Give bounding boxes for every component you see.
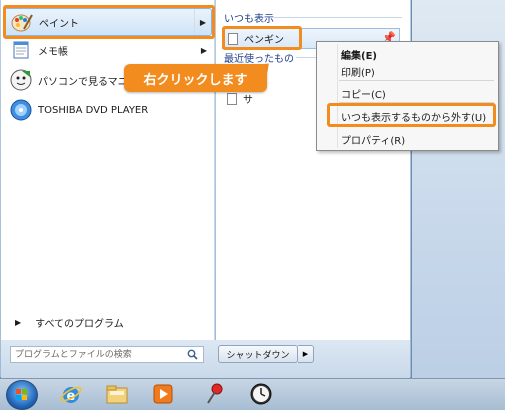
pin-icon[interactable] xyxy=(202,381,228,407)
windows-logo-icon xyxy=(16,389,27,400)
menu-item-edit[interactable]: 編集(E) xyxy=(341,47,377,62)
shutdown-button[interactable]: シャットダウン xyxy=(218,345,298,363)
highlight-pinned-item xyxy=(222,26,302,50)
app-item-dvd-player[interactable]: TOSHIBA DVD PLAYER xyxy=(4,96,212,124)
menu-item-print[interactable]: 印刷(P) xyxy=(341,64,375,79)
search-box[interactable] xyxy=(10,346,204,363)
menu-separator xyxy=(339,80,494,81)
divider xyxy=(296,57,318,58)
highlight-paint xyxy=(3,5,215,39)
document-icon xyxy=(227,92,237,105)
media-player-icon[interactable] xyxy=(150,381,176,407)
divider xyxy=(274,17,402,18)
all-programs-button[interactable]: ▶ すべてのプログラム xyxy=(15,315,124,330)
internet-explorer-icon[interactable]: e xyxy=(58,381,84,407)
all-programs-label: すべてのプログラム xyxy=(35,319,124,330)
start-menu-program-list: ペイント ▶ メモ帳 ▶ パソコンで見るマニュアル TOSHIBA DVD PL… xyxy=(1,0,215,340)
shutdown-options-button[interactable]: ▶ xyxy=(298,345,314,363)
dvd-player-icon xyxy=(10,99,32,121)
highlight-unpin-item xyxy=(327,103,496,127)
submenu-arrow-icon[interactable]: ▶ xyxy=(196,36,212,64)
instruction-callout: 右クリックします xyxy=(124,64,267,92)
pinned-section-title: いつも表示 xyxy=(224,14,274,25)
menu-gutter xyxy=(337,44,338,148)
context-menu: 編集(E) 印刷(P) コピー(C) いつも表示するものから外す(U) プロパテ… xyxy=(316,41,499,151)
app-label-dvd-player: TOSHIBA DVD PLAYER xyxy=(38,104,149,116)
menu-item-properties[interactable]: プロパティ(R) xyxy=(341,132,405,147)
manual-icon xyxy=(10,69,32,91)
triangle-right-icon: ▶ xyxy=(15,318,22,327)
app-label-notepad: メモ帳 xyxy=(38,46,68,58)
notepad-icon xyxy=(10,39,32,61)
explorer-folder-icon[interactable] xyxy=(104,381,130,407)
triangle-right-icon: ▶ xyxy=(302,350,309,358)
app-item-notepad[interactable]: メモ帳 ▶ xyxy=(4,36,212,64)
clock-gadget-icon[interactable] xyxy=(248,381,274,407)
start-orb[interactable] xyxy=(6,380,38,410)
search-icon[interactable] xyxy=(185,348,199,362)
menu-item-copy[interactable]: コピー(C) xyxy=(341,86,386,101)
recent-item-label: サ xyxy=(243,95,253,106)
search-input[interactable] xyxy=(11,346,185,363)
